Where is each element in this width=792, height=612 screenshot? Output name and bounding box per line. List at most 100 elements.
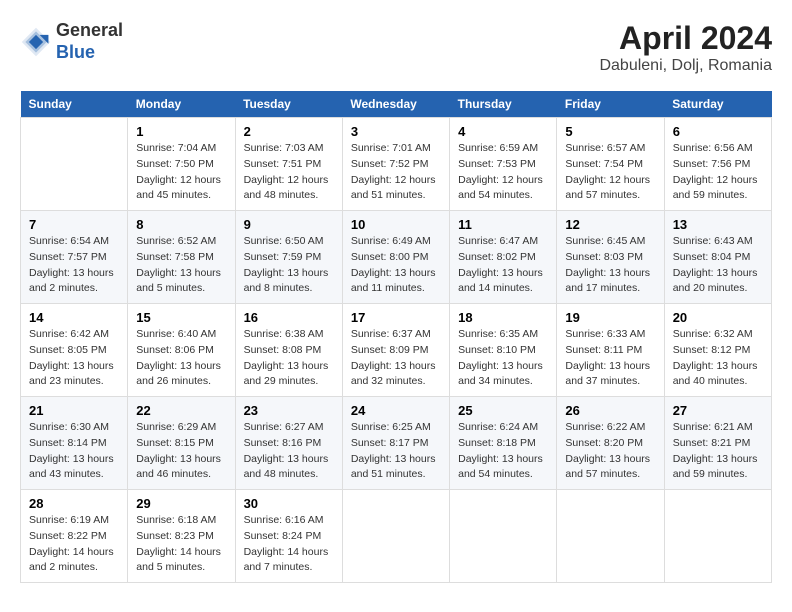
day-info: Sunrise: 6:19 AMSunset: 8:22 PMDaylight:… — [29, 513, 119, 576]
day-number: 14 — [29, 310, 119, 325]
day-number: 4 — [458, 124, 548, 139]
day-info: Sunrise: 6:32 AMSunset: 8:12 PMDaylight:… — [673, 327, 763, 390]
day-info: Sunrise: 6:33 AMSunset: 8:11 PMDaylight:… — [565, 327, 655, 390]
day-info: Sunrise: 6:47 AMSunset: 8:02 PMDaylight:… — [458, 234, 548, 297]
weekday-header: Friday — [557, 91, 664, 118]
weekday-header-row: SundayMondayTuesdayWednesdayThursdayFrid… — [21, 91, 772, 118]
weekday-header: Thursday — [450, 91, 557, 118]
calendar-cell: 15 Sunrise: 6:40 AMSunset: 8:06 PMDayligh… — [128, 304, 235, 397]
weekday-header: Saturday — [664, 91, 771, 118]
day-info: Sunrise: 6:35 AMSunset: 8:10 PMDaylight:… — [458, 327, 548, 390]
day-number: 19 — [565, 310, 655, 325]
calendar-cell — [664, 490, 771, 583]
calendar-cell: 30 Sunrise: 6:16 AMSunset: 8:24 PMDayligh… — [235, 490, 342, 583]
day-info: Sunrise: 6:18 AMSunset: 8:23 PMDaylight:… — [136, 513, 226, 576]
calendar-cell: 2 Sunrise: 7:03 AMSunset: 7:51 PMDaylight… — [235, 118, 342, 211]
calendar-cell — [450, 490, 557, 583]
day-info: Sunrise: 6:16 AMSunset: 8:24 PMDaylight:… — [244, 513, 334, 576]
calendar-cell: 5 Sunrise: 6:57 AMSunset: 7:54 PMDaylight… — [557, 118, 664, 211]
calendar-cell: 6 Sunrise: 6:56 AMSunset: 7:56 PMDaylight… — [664, 118, 771, 211]
day-number: 10 — [351, 217, 441, 232]
page-header: General Blue April 2024 Dabuleni, Dolj, … — [20, 20, 772, 75]
day-info: Sunrise: 6:56 AMSunset: 7:56 PMDaylight:… — [673, 141, 763, 204]
day-info: Sunrise: 6:45 AMSunset: 8:03 PMDaylight:… — [565, 234, 655, 297]
day-info: Sunrise: 6:57 AMSunset: 7:54 PMDaylight:… — [565, 141, 655, 204]
day-info: Sunrise: 6:49 AMSunset: 8:00 PMDaylight:… — [351, 234, 441, 297]
logo-text: General Blue — [56, 20, 123, 63]
calendar-cell: 28 Sunrise: 6:19 AMSunset: 8:22 PMDayligh… — [21, 490, 128, 583]
day-info: Sunrise: 6:52 AMSunset: 7:58 PMDaylight:… — [136, 234, 226, 297]
calendar-cell: 11 Sunrise: 6:47 AMSunset: 8:02 PMDayligh… — [450, 211, 557, 304]
day-info: Sunrise: 6:54 AMSunset: 7:57 PMDaylight:… — [29, 234, 119, 297]
calendar-title: April 2024 — [599, 20, 772, 57]
day-number: 6 — [673, 124, 763, 139]
day-info: Sunrise: 6:25 AMSunset: 8:17 PMDaylight:… — [351, 420, 441, 483]
day-number: 23 — [244, 403, 334, 418]
day-number: 12 — [565, 217, 655, 232]
logo-icon — [20, 26, 52, 58]
day-info: Sunrise: 6:21 AMSunset: 8:21 PMDaylight:… — [673, 420, 763, 483]
logo: General Blue — [20, 20, 123, 63]
calendar-week-row: 1 Sunrise: 7:04 AMSunset: 7:50 PMDaylight… — [21, 118, 772, 211]
day-info: Sunrise: 6:22 AMSunset: 8:20 PMDaylight:… — [565, 420, 655, 483]
day-number: 11 — [458, 217, 548, 232]
calendar-week-row: 21Sunrise: 6:30 AMSunset: 8:14 PMDayligh… — [21, 397, 772, 490]
day-info: Sunrise: 6:29 AMSunset: 8:15 PMDaylight:… — [136, 420, 226, 483]
day-number: 21 — [29, 403, 119, 418]
day-info: Sunrise: 7:04 AMSunset: 7:50 PMDaylight:… — [136, 141, 226, 204]
day-number: 29 — [136, 496, 226, 511]
calendar-cell: 20 Sunrise: 6:32 AMSunset: 8:12 PMDayligh… — [664, 304, 771, 397]
day-info: Sunrise: 6:27 AMSunset: 8:16 PMDaylight:… — [244, 420, 334, 483]
day-info: Sunrise: 6:38 AMSunset: 8:08 PMDaylight:… — [244, 327, 334, 390]
day-info: Sunrise: 7:03 AMSunset: 7:51 PMDaylight:… — [244, 141, 334, 204]
calendar-cell — [557, 490, 664, 583]
calendar-cell: 14 Sunrise: 6:42 AMSunset: 8:05 PMDayligh… — [21, 304, 128, 397]
calendar-cell: 3 Sunrise: 7:01 AMSunset: 7:52 PMDaylight… — [342, 118, 449, 211]
calendar-cell: 9 Sunrise: 6:50 AMSunset: 7:59 PMDaylight… — [235, 211, 342, 304]
calendar-cell: 23 Sunrise: 6:27 AMSunset: 8:16 PMDayligh… — [235, 397, 342, 490]
day-number: 9 — [244, 217, 334, 232]
day-number: 5 — [565, 124, 655, 139]
day-info: Sunrise: 6:59 AMSunset: 7:53 PMDaylight:… — [458, 141, 548, 204]
day-info: Sunrise: 6:50 AMSunset: 7:59 PMDaylight:… — [244, 234, 334, 297]
calendar-cell: 10 Sunrise: 6:49 AMSunset: 8:00 PMDayligh… — [342, 211, 449, 304]
day-number: 30 — [244, 496, 334, 511]
calendar-cell: 7Sunrise: 6:54 AMSunset: 7:57 PMDaylight… — [21, 211, 128, 304]
calendar-cell — [342, 490, 449, 583]
weekday-header: Tuesday — [235, 91, 342, 118]
day-number: 16 — [244, 310, 334, 325]
day-info: Sunrise: 6:24 AMSunset: 8:18 PMDaylight:… — [458, 420, 548, 483]
day-number: 18 — [458, 310, 548, 325]
day-number: 2 — [244, 124, 334, 139]
calendar-cell: 25Sunrise: 6:24 AMSunset: 8:18 PMDayligh… — [450, 397, 557, 490]
day-number: 17 — [351, 310, 441, 325]
day-number: 27 — [673, 403, 763, 418]
day-info: Sunrise: 6:43 AMSunset: 8:04 PMDaylight:… — [673, 234, 763, 297]
weekday-header: Wednesday — [342, 91, 449, 118]
day-number: 13 — [673, 217, 763, 232]
calendar-cell: 29 Sunrise: 6:18 AMSunset: 8:23 PMDayligh… — [128, 490, 235, 583]
weekday-header: Sunday — [21, 91, 128, 118]
day-info: Sunrise: 6:42 AMSunset: 8:05 PMDaylight:… — [29, 327, 119, 390]
calendar-cell: 21Sunrise: 6:30 AMSunset: 8:14 PMDayligh… — [21, 397, 128, 490]
day-number: 1 — [136, 124, 226, 139]
calendar-cell: 8 Sunrise: 6:52 AMSunset: 7:58 PMDaylight… — [128, 211, 235, 304]
calendar-week-row: 7Sunrise: 6:54 AMSunset: 7:57 PMDaylight… — [21, 211, 772, 304]
calendar-week-row: 28 Sunrise: 6:19 AMSunset: 8:22 PMDayligh… — [21, 490, 772, 583]
weekday-header: Monday — [128, 91, 235, 118]
day-info: Sunrise: 6:40 AMSunset: 8:06 PMDaylight:… — [136, 327, 226, 390]
day-number: 15 — [136, 310, 226, 325]
calendar-cell: 26Sunrise: 6:22 AMSunset: 8:20 PMDayligh… — [557, 397, 664, 490]
day-number: 3 — [351, 124, 441, 139]
day-number: 22 — [136, 403, 226, 418]
day-number: 8 — [136, 217, 226, 232]
day-info: Sunrise: 6:37 AMSunset: 8:09 PMDaylight:… — [351, 327, 441, 390]
day-number: 28 — [29, 496, 119, 511]
calendar-cell: 4 Sunrise: 6:59 AMSunset: 7:53 PMDaylight… — [450, 118, 557, 211]
calendar-cell: 17 Sunrise: 6:37 AMSunset: 8:09 PMDayligh… — [342, 304, 449, 397]
day-info: Sunrise: 7:01 AMSunset: 7:52 PMDaylight:… — [351, 141, 441, 204]
calendar-cell: 13 Sunrise: 6:43 AMSunset: 8:04 PMDayligh… — [664, 211, 771, 304]
calendar-cell: 24Sunrise: 6:25 AMSunset: 8:17 PMDayligh… — [342, 397, 449, 490]
day-number: 20 — [673, 310, 763, 325]
title-block: April 2024 Dabuleni, Dolj, Romania — [599, 20, 772, 75]
